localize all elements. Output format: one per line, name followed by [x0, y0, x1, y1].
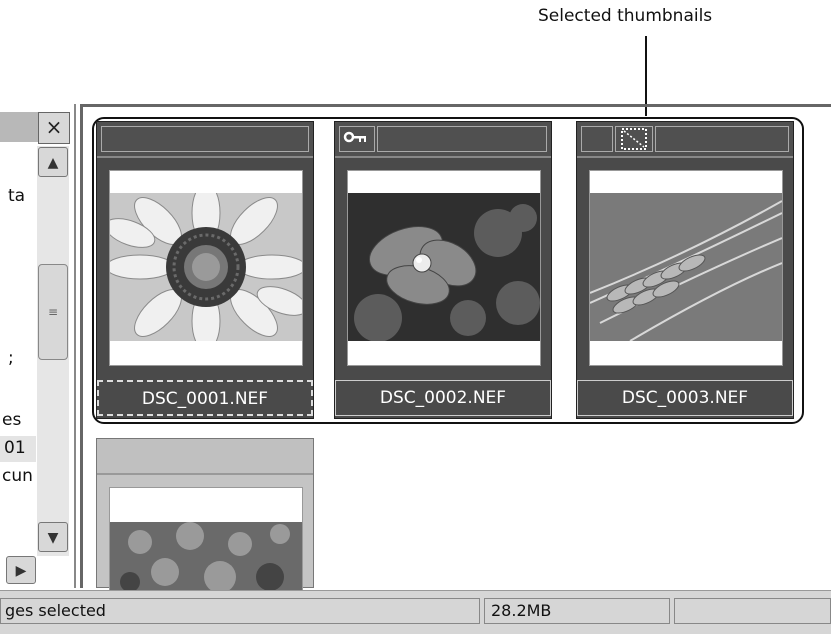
thumbnail-card[interactable]: DSC_0001.NEF: [96, 121, 314, 419]
thumbnail-filename[interactable]: DSC_0003.NEF: [577, 380, 793, 416]
garden-image: [110, 522, 302, 598]
thumbnail-image-frame: [347, 170, 541, 366]
thumbnail-card[interactable]: [96, 438, 314, 599]
tree-text-fragment: ;: [8, 348, 14, 368]
thumbnail-header: [335, 122, 551, 158]
sunflower-image: [110, 193, 302, 341]
thumbnail-header: [97, 439, 313, 475]
thumbnail-image-frame: [109, 170, 303, 366]
thumbnail-filename[interactable]: DSC_0001.NEF: [97, 380, 313, 416]
thumbnail-card[interactable]: DSC_0002.NEF: [334, 121, 552, 419]
header-slot: [581, 126, 613, 152]
status-extra-field: [674, 598, 831, 624]
wheat-image: [590, 193, 782, 341]
scroll-down-button[interactable]: ▼: [38, 522, 68, 552]
tree-text-fragment: 01: [4, 438, 26, 458]
callout-label: Selected thumbnails: [538, 6, 713, 26]
protect-slot: [339, 126, 375, 152]
tree-text-fragment: cun: [2, 466, 33, 486]
header-slot: [377, 126, 547, 152]
thumbnail-header: [97, 122, 313, 158]
header-slot: [655, 126, 789, 152]
panel-title-bar: [0, 112, 40, 142]
scroll-right-button[interactable]: ▶: [6, 556, 36, 584]
thumbnail-header: [577, 122, 793, 158]
thumbnail-image-frame: [109, 487, 303, 599]
header-slot: [101, 126, 309, 152]
dotted-frame-icon: [621, 128, 647, 150]
close-panel-button[interactable]: ×: [38, 112, 70, 144]
thumbnail-image-frame: [589, 170, 783, 366]
tree-text-fragment: es: [2, 410, 22, 430]
scrollbar-thumb[interactable]: ≡: [38, 264, 68, 360]
status-total-size: 28.2MB: [484, 598, 670, 624]
tree-text-fragment: ta: [8, 186, 26, 206]
scroll-up-button[interactable]: ▲: [38, 147, 68, 177]
thumbnail-card[interactable]: DSC_0003.NEF: [576, 121, 794, 419]
thumbnail-filename[interactable]: DSC_0002.NEF: [335, 380, 551, 416]
flower-waterdrop-image: [348, 193, 540, 341]
key-icon: [343, 131, 366, 143]
pane-splitter[interactable]: [80, 104, 83, 588]
status-selection-count: ges selected: [0, 598, 480, 624]
thumbnail-pane-border: [80, 104, 831, 107]
mark-slot: [615, 126, 653, 152]
